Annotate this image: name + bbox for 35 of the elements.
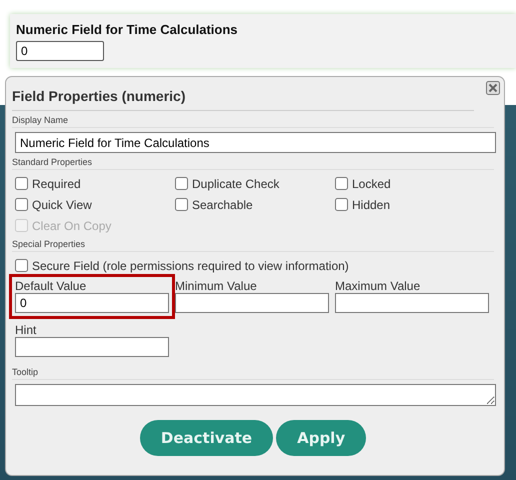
- section-heading: Standard Properties: [12, 157, 494, 170]
- field-label: Hint: [15, 323, 38, 337]
- checkbox-label: Clear On Copy: [32, 218, 112, 232]
- field-label: Default Value: [15, 279, 88, 293]
- field-label: Maximum Value: [335, 279, 422, 293]
- value-field[interactable]: 0: [16, 41, 104, 61]
- checkbox[interactable]: [15, 198, 28, 211]
- field-label: Minimum Value: [175, 279, 258, 293]
- checkbox-label: Duplicate Check: [192, 176, 280, 190]
- section-heading: Special Properties: [12, 239, 494, 252]
- input-field[interactable]: [15, 337, 169, 357]
- checkbox[interactable]: [175, 177, 188, 190]
- checkbox-label: Required: [32, 176, 81, 190]
- field-label: Numeric Field for Time Calculations: [16, 22, 239, 37]
- input-field[interactable]: [175, 293, 329, 313]
- checkbox-label: Hidden: [352, 198, 390, 212]
- dialog-title: Field Properties (numeric): [12, 85, 474, 111]
- checkbox[interactable]: [15, 177, 28, 190]
- checkbox[interactable]: [175, 198, 188, 211]
- close-icon[interactable]: [486, 81, 500, 95]
- checkbox-label: Locked: [352, 176, 391, 190]
- checkbox-label: Quick View: [32, 198, 92, 212]
- input-field[interactable]: 0: [15, 293, 169, 313]
- section-heading: Tooltip: [12, 367, 494, 380]
- dialog-button[interactable]: Apply: [276, 420, 366, 456]
- dialog-button[interactable]: Deactivate: [140, 420, 274, 456]
- checkbox[interactable]: [335, 177, 348, 190]
- checkbox[interactable]: [335, 198, 348, 211]
- checkbox[interactable]: [15, 259, 28, 272]
- checkbox-label: Secure Field (role permissions required to view information): [32, 258, 349, 272]
- checkbox-label: Searchable: [192, 198, 253, 212]
- section-heading: Display Name: [12, 115, 494, 128]
- display-name-field[interactable]: Numeric Field for Time Calculations: [15, 132, 496, 153]
- tooltip-field[interactable]: [15, 384, 496, 406]
- input-field[interactable]: [335, 293, 489, 313]
